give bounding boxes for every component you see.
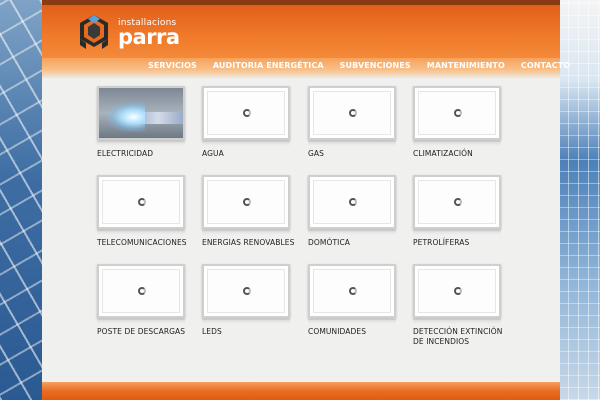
service-tile-domotica[interactable]: DOMÓTICA xyxy=(308,175,408,248)
loading-spinner-icon xyxy=(454,198,462,206)
service-thumbnail[interactable] xyxy=(413,175,501,229)
loading-spinner-icon xyxy=(243,198,251,206)
service-label[interactable]: LEDS xyxy=(202,327,312,337)
loading-spinner-icon xyxy=(349,109,357,117)
service-thumbnail[interactable] xyxy=(202,264,290,318)
service-tile-gas[interactable]: GAS xyxy=(308,86,408,159)
brand-name: parra xyxy=(118,24,180,49)
nav-item-contacto[interactable]: Contacto xyxy=(521,61,570,70)
loading-spinner-icon xyxy=(454,287,462,295)
nav-item-mantenimiento[interactable]: Mantenimiento xyxy=(427,61,505,70)
service-tile-leds[interactable]: LEDS xyxy=(202,264,302,337)
nav-item-auditoria-energetica[interactable]: Auditoria Energética xyxy=(213,61,324,70)
service-tile-deteccion-extincion-incendios[interactable]: DETECCIÓN EXTINCIÓN DE INCENDIOS xyxy=(413,264,513,347)
nav-item-subvenciones[interactable]: Subvenciones xyxy=(340,61,411,70)
service-label[interactable]: DETECCIÓN EXTINCIÓN DE INCENDIOS xyxy=(413,327,508,347)
service-thumbnail[interactable] xyxy=(413,264,501,318)
service-label[interactable]: COMUNIDADES xyxy=(308,327,418,337)
service-label[interactable]: AGUA xyxy=(202,149,312,159)
service-thumbnail[interactable] xyxy=(308,264,396,318)
service-tile-comunidades[interactable]: COMUNIDADES xyxy=(308,264,408,337)
loading-spinner-icon xyxy=(349,287,357,295)
service-tile-climatizacion[interactable]: CLIMATIZACIÓN xyxy=(413,86,513,159)
service-label[interactable]: PETROLÍFERAS xyxy=(413,238,523,248)
nav-item-servicios[interactable]: Servicios xyxy=(148,61,197,70)
loading-spinner-icon xyxy=(454,109,462,117)
service-tile-petroliferas[interactable]: PETROLÍFERAS xyxy=(413,175,513,248)
service-label[interactable]: ENERGIAS RENOVABLES xyxy=(202,238,312,248)
background-solar-panels-right xyxy=(558,0,600,400)
service-thumbnail[interactable] xyxy=(97,175,185,229)
service-thumbnail[interactable] xyxy=(308,86,396,140)
header: installacions parra xyxy=(42,5,560,58)
service-label[interactable]: ELECTRICIDAD xyxy=(97,149,207,159)
service-thumbnail[interactable] xyxy=(202,86,290,140)
loading-spinner-icon xyxy=(138,287,146,295)
service-label[interactable]: DOMÓTICA xyxy=(308,238,418,248)
service-tile-telecomunicaciones[interactable]: TELECOMUNICACIONES xyxy=(97,175,197,248)
services-grid: ELECTRICIDAD AGUA GAS CLIMATIZACIÓN TELE… xyxy=(42,78,560,382)
loading-spinner-icon xyxy=(138,198,146,206)
main-nav: Servicios Auditoria Energética Subvencio… xyxy=(42,58,570,78)
service-thumbnail[interactable] xyxy=(97,264,185,318)
footer-bar xyxy=(42,382,560,400)
service-label[interactable]: TELECOMUNICACIONES xyxy=(97,238,207,248)
service-tile-poste-de-descargas[interactable]: POSTE DE DESCARGAS xyxy=(97,264,197,337)
background-solar-panels-left xyxy=(0,0,45,400)
service-tile-energias-renovables[interactable]: ENERGIAS RENOVABLES xyxy=(202,175,302,248)
loading-spinner-icon xyxy=(243,109,251,117)
electric-cable-image xyxy=(99,88,183,138)
logo[interactable]: installacions parra xyxy=(74,13,180,53)
service-thumbnail[interactable] xyxy=(308,175,396,229)
service-label[interactable]: GAS xyxy=(308,149,418,159)
loading-spinner-icon xyxy=(349,198,357,206)
service-thumbnail[interactable] xyxy=(202,175,290,229)
service-thumbnail[interactable] xyxy=(97,86,185,140)
service-tile-agua[interactable]: AGUA xyxy=(202,86,302,159)
service-tile-electricidad[interactable]: ELECTRICIDAD xyxy=(97,86,197,159)
service-label[interactable]: CLIMATIZACIÓN xyxy=(413,149,523,159)
service-thumbnail[interactable] xyxy=(413,86,501,140)
loading-spinner-icon xyxy=(243,287,251,295)
service-label[interactable]: POSTE DE DESCARGAS xyxy=(97,327,207,337)
hexagon-logo-icon xyxy=(80,15,108,49)
page-frame: installacions parra Servicios Auditoria … xyxy=(42,0,570,400)
